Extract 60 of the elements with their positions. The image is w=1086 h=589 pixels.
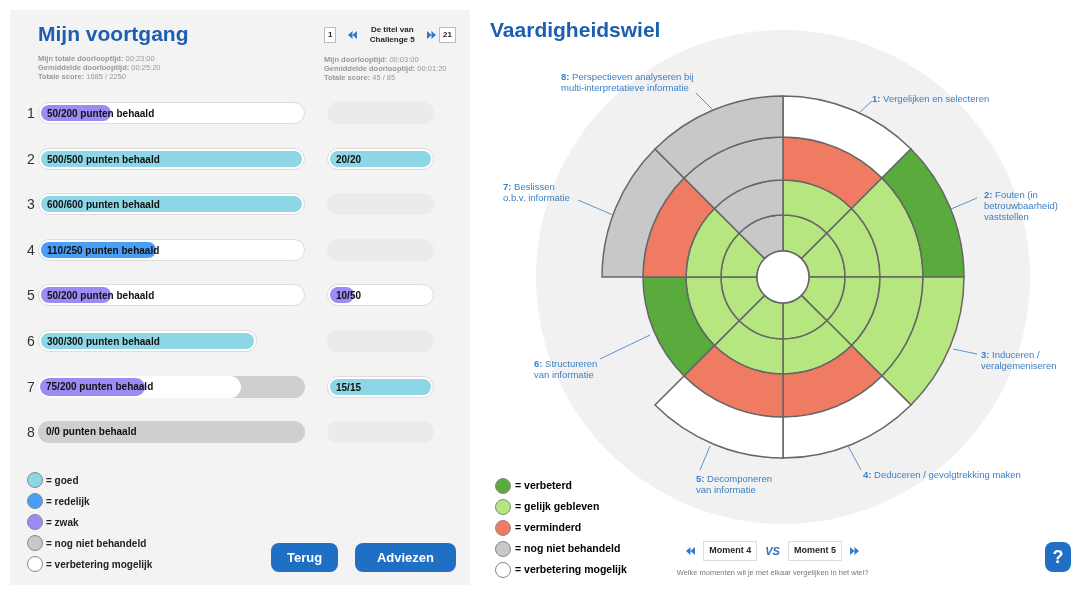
skill-label: 4: Deduceren / gevolgtrekking maken — [863, 469, 1021, 480]
legend-label: = zwak — [46, 515, 79, 530]
skill-label: 1: Vergelijken en selecteren — [872, 93, 990, 104]
wheel-hub — [756, 250, 810, 304]
row-number: 3 — [27, 196, 36, 213]
skill-label: 6: Structureren van informatie — [534, 358, 598, 380]
leader-line — [599, 334, 651, 360]
legend-label: = gelijk gebleven — [515, 499, 600, 515]
legend-label: = goed — [46, 473, 79, 488]
bar-label: 20/20 — [336, 152, 362, 166]
challenge-number[interactable]: 1 — [324, 27, 337, 43]
bar-label: 600/600 punten behaald — [47, 198, 160, 212]
skill-label: 2: Fouten (in betrouwbaarheid) vaststellen — [984, 189, 1058, 222]
challenge-title: De titel van Challenge 5 — [368, 25, 416, 45]
moment-select[interactable]: Moment 4 — [703, 541, 758, 561]
advice-button[interactable]: Adviezen — [355, 543, 456, 572]
legend-label: = nog niet behandeld — [46, 536, 147, 551]
next-icon[interactable] — [427, 31, 437, 39]
moment-select[interactable]: Moment 5 — [787, 541, 842, 561]
leader-line — [858, 100, 873, 114]
skill-label: 7: Beslissen o.b.v. informatie — [503, 181, 570, 203]
bar-label: 300/300 punten behaald — [47, 334, 160, 348]
legend-label: = nog niet behandeld — [515, 541, 621, 557]
row-number: 7 — [27, 378, 36, 395]
bar-label: 75/200 punten behaald — [46, 379, 154, 393]
skill-label: 3: Induceren / veralgemeniseren — [981, 349, 1057, 371]
versus-label: VS — [765, 543, 780, 559]
leader-line — [699, 445, 711, 471]
row-number: 6 — [27, 332, 36, 349]
legend-label: = verbetering mogelijk — [46, 557, 153, 572]
page-title: Mijn voortgang — [38, 22, 190, 46]
row-number: 8 — [27, 424, 36, 441]
row-number: 1 — [27, 105, 36, 121]
next-icon[interactable] — [849, 547, 859, 555]
bar-label: 10/50 — [336, 289, 362, 303]
leader-line — [847, 445, 862, 471]
back-button[interactable]: Terug — [271, 543, 338, 572]
legend-label: = verbetering mogelijk — [515, 562, 627, 578]
row-number: 5 — [27, 287, 36, 304]
leader-line — [950, 197, 978, 210]
bar-label: 15/15 — [336, 380, 362, 394]
bar-label: 0/0 punten behaald — [46, 425, 137, 439]
legend-label: = verbeterd — [515, 478, 572, 494]
bar-label: 50/200 punten behaald — [47, 289, 155, 303]
skill-label: 8: Perspectieven analyseren bij multi-interpretatieve informatie — [561, 71, 694, 93]
page-title: Vaardigheidswiel — [490, 18, 662, 42]
bar-label: 50/200 punten behaald — [47, 107, 155, 120]
legend-label: = redelijk — [46, 494, 90, 509]
help-button[interactable]: ? — [1045, 542, 1071, 572]
row-number: 2 — [27, 150, 36, 167]
leader-line — [577, 199, 614, 216]
bar-label: 500/500 punten behaald — [47, 152, 160, 166]
leader-line — [695, 92, 713, 110]
row-number: 4 — [27, 241, 36, 258]
challenge-number[interactable]: 21 — [439, 27, 456, 43]
previous-icon[interactable] — [348, 31, 358, 39]
skill-label: 5: Decomponeren van informatie — [696, 473, 773, 495]
leader-line — [952, 348, 978, 355]
previous-icon[interactable] — [686, 547, 696, 555]
legend-label: = verminderd — [515, 520, 582, 536]
